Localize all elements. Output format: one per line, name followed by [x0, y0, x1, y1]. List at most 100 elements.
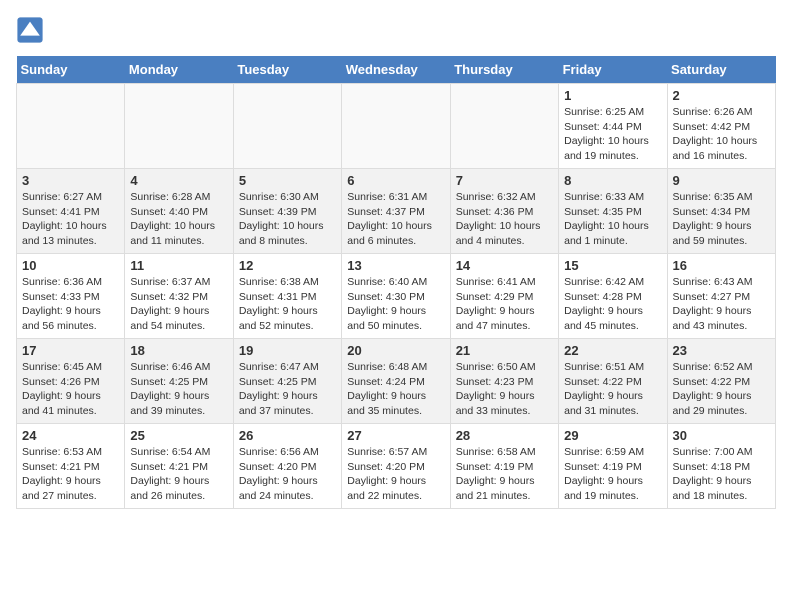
day-info: Sunrise: 6:30 AM Sunset: 4:39 PM Dayligh…	[239, 190, 336, 249]
calendar-day-cell: 19 Sunrise: 6:47 AM Sunset: 4:25 PM Dayli…	[233, 339, 341, 424]
day-number: 28	[456, 428, 553, 443]
day-number: 4	[130, 173, 227, 188]
weekday-header: Saturday	[667, 56, 775, 84]
calendar-week-row: 17 Sunrise: 6:45 AM Sunset: 4:26 PM Dayli…	[17, 339, 776, 424]
day-info: Sunrise: 6:27 AM Sunset: 4:41 PM Dayligh…	[22, 190, 119, 249]
day-number: 22	[564, 343, 661, 358]
calendar-week-row: 1 Sunrise: 6:25 AM Sunset: 4:44 PM Daylig…	[17, 84, 776, 169]
day-info: Sunrise: 6:40 AM Sunset: 4:30 PM Dayligh…	[347, 275, 444, 334]
calendar-day-cell	[233, 84, 341, 169]
calendar-day-cell: 22 Sunrise: 6:51 AM Sunset: 4:22 PM Dayli…	[559, 339, 667, 424]
logo	[16, 16, 48, 44]
day-info: Sunrise: 6:46 AM Sunset: 4:25 PM Dayligh…	[130, 360, 227, 419]
day-info: Sunrise: 6:48 AM Sunset: 4:24 PM Dayligh…	[347, 360, 444, 419]
calendar-table: SundayMondayTuesdayWednesdayThursdayFrid…	[16, 56, 776, 509]
day-number: 12	[239, 258, 336, 273]
calendar-day-cell: 8 Sunrise: 6:33 AM Sunset: 4:35 PM Daylig…	[559, 169, 667, 254]
calendar-day-cell: 17 Sunrise: 6:45 AM Sunset: 4:26 PM Dayli…	[17, 339, 125, 424]
calendar-day-cell: 7 Sunrise: 6:32 AM Sunset: 4:36 PM Daylig…	[450, 169, 558, 254]
calendar-day-cell: 13 Sunrise: 6:40 AM Sunset: 4:30 PM Dayli…	[342, 254, 450, 339]
calendar-day-cell: 16 Sunrise: 6:43 AM Sunset: 4:27 PM Dayli…	[667, 254, 775, 339]
day-info: Sunrise: 6:53 AM Sunset: 4:21 PM Dayligh…	[22, 445, 119, 504]
day-info: Sunrise: 6:47 AM Sunset: 4:25 PM Dayligh…	[239, 360, 336, 419]
day-number: 26	[239, 428, 336, 443]
calendar-day-cell: 28 Sunrise: 6:58 AM Sunset: 4:19 PM Dayli…	[450, 424, 558, 509]
calendar-day-cell: 30 Sunrise: 7:00 AM Sunset: 4:18 PM Dayli…	[667, 424, 775, 509]
weekday-header: Thursday	[450, 56, 558, 84]
day-number: 14	[456, 258, 553, 273]
weekday-header: Tuesday	[233, 56, 341, 84]
logo-icon	[16, 16, 44, 44]
day-number: 16	[673, 258, 770, 273]
day-info: Sunrise: 6:43 AM Sunset: 4:27 PM Dayligh…	[673, 275, 770, 334]
day-number: 24	[22, 428, 119, 443]
day-number: 21	[456, 343, 553, 358]
calendar-day-cell: 25 Sunrise: 6:54 AM Sunset: 4:21 PM Dayli…	[125, 424, 233, 509]
day-info: Sunrise: 6:54 AM Sunset: 4:21 PM Dayligh…	[130, 445, 227, 504]
day-number: 7	[456, 173, 553, 188]
day-info: Sunrise: 7:00 AM Sunset: 4:18 PM Dayligh…	[673, 445, 770, 504]
day-number: 19	[239, 343, 336, 358]
day-info: Sunrise: 6:36 AM Sunset: 4:33 PM Dayligh…	[22, 275, 119, 334]
weekday-header: Sunday	[17, 56, 125, 84]
day-number: 18	[130, 343, 227, 358]
day-number: 25	[130, 428, 227, 443]
day-info: Sunrise: 6:35 AM Sunset: 4:34 PM Dayligh…	[673, 190, 770, 249]
day-info: Sunrise: 6:32 AM Sunset: 4:36 PM Dayligh…	[456, 190, 553, 249]
day-info: Sunrise: 6:28 AM Sunset: 4:40 PM Dayligh…	[130, 190, 227, 249]
weekday-header: Friday	[559, 56, 667, 84]
day-number: 13	[347, 258, 444, 273]
day-number: 6	[347, 173, 444, 188]
calendar-day-cell	[17, 84, 125, 169]
calendar-day-cell: 1 Sunrise: 6:25 AM Sunset: 4:44 PM Daylig…	[559, 84, 667, 169]
calendar-day-cell: 5Sunrise: 6:30 AM Sunset: 4:39 PM Daylig…	[233, 169, 341, 254]
day-info: Sunrise: 6:50 AM Sunset: 4:23 PM Dayligh…	[456, 360, 553, 419]
day-info: Sunrise: 6:25 AM Sunset: 4:44 PM Dayligh…	[564, 105, 661, 164]
day-info: Sunrise: 6:57 AM Sunset: 4:20 PM Dayligh…	[347, 445, 444, 504]
day-info: Sunrise: 6:58 AM Sunset: 4:19 PM Dayligh…	[456, 445, 553, 504]
day-number: 8	[564, 173, 661, 188]
day-number: 3	[22, 173, 119, 188]
day-info: Sunrise: 6:51 AM Sunset: 4:22 PM Dayligh…	[564, 360, 661, 419]
day-info: Sunrise: 6:45 AM Sunset: 4:26 PM Dayligh…	[22, 360, 119, 419]
day-number: 29	[564, 428, 661, 443]
calendar-header-row: SundayMondayTuesdayWednesdayThursdayFrid…	[17, 56, 776, 84]
calendar-day-cell: 14 Sunrise: 6:41 AM Sunset: 4:29 PM Dayli…	[450, 254, 558, 339]
calendar-day-cell: 11Sunrise: 6:37 AM Sunset: 4:32 PM Dayli…	[125, 254, 233, 339]
day-info: Sunrise: 6:59 AM Sunset: 4:19 PM Dayligh…	[564, 445, 661, 504]
calendar-day-cell	[125, 84, 233, 169]
page-header	[16, 16, 776, 44]
calendar-day-cell	[450, 84, 558, 169]
day-info: Sunrise: 6:41 AM Sunset: 4:29 PM Dayligh…	[456, 275, 553, 334]
calendar-day-cell: 24 Sunrise: 6:53 AM Sunset: 4:21 PM Dayli…	[17, 424, 125, 509]
calendar-day-cell: 6 Sunrise: 6:31 AM Sunset: 4:37 PM Daylig…	[342, 169, 450, 254]
day-number: 11	[130, 258, 227, 273]
calendar-day-cell: 29 Sunrise: 6:59 AM Sunset: 4:19 PM Dayli…	[559, 424, 667, 509]
calendar-day-cell: 4 Sunrise: 6:28 AM Sunset: 4:40 PM Daylig…	[125, 169, 233, 254]
calendar-day-cell	[342, 84, 450, 169]
calendar-week-row: 24 Sunrise: 6:53 AM Sunset: 4:21 PM Dayli…	[17, 424, 776, 509]
calendar-day-cell: 23Sunrise: 6:52 AM Sunset: 4:22 PM Dayli…	[667, 339, 775, 424]
day-info: Sunrise: 6:52 AM Sunset: 4:22 PM Dayligh…	[673, 360, 770, 419]
calendar-day-cell: 3 Sunrise: 6:27 AM Sunset: 4:41 PM Daylig…	[17, 169, 125, 254]
calendar-day-cell: 10Sunrise: 6:36 AM Sunset: 4:33 PM Dayli…	[17, 254, 125, 339]
day-info: Sunrise: 6:31 AM Sunset: 4:37 PM Dayligh…	[347, 190, 444, 249]
calendar-week-row: 10Sunrise: 6:36 AM Sunset: 4:33 PM Dayli…	[17, 254, 776, 339]
day-info: Sunrise: 6:42 AM Sunset: 4:28 PM Dayligh…	[564, 275, 661, 334]
day-number: 15	[564, 258, 661, 273]
calendar-day-cell: 21 Sunrise: 6:50 AM Sunset: 4:23 PM Dayli…	[450, 339, 558, 424]
weekday-header: Wednesday	[342, 56, 450, 84]
calendar-day-cell: 20 Sunrise: 6:48 AM Sunset: 4:24 PM Dayli…	[342, 339, 450, 424]
calendar-day-cell: 12 Sunrise: 6:38 AM Sunset: 4:31 PM Dayli…	[233, 254, 341, 339]
weekday-header: Monday	[125, 56, 233, 84]
day-number: 2	[673, 88, 770, 103]
day-number: 27	[347, 428, 444, 443]
day-number: 17	[22, 343, 119, 358]
day-number: 20	[347, 343, 444, 358]
day-number: 30	[673, 428, 770, 443]
calendar-week-row: 3 Sunrise: 6:27 AM Sunset: 4:41 PM Daylig…	[17, 169, 776, 254]
day-info: Sunrise: 6:33 AM Sunset: 4:35 PM Dayligh…	[564, 190, 661, 249]
day-info: Sunrise: 6:56 AM Sunset: 4:20 PM Dayligh…	[239, 445, 336, 504]
day-number: 1	[564, 88, 661, 103]
day-info: Sunrise: 6:38 AM Sunset: 4:31 PM Dayligh…	[239, 275, 336, 334]
